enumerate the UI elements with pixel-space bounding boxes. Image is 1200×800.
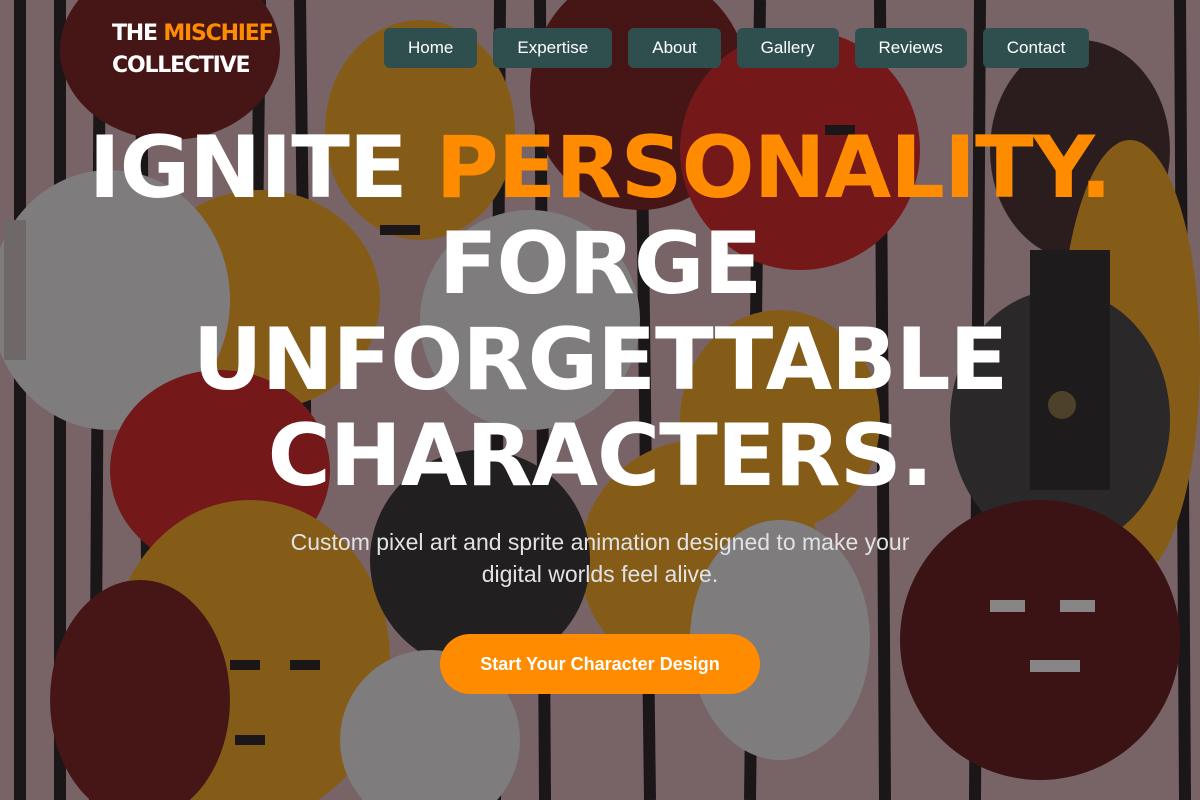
start-character-design-button[interactable]: Start Your Character Design (440, 634, 760, 694)
hero-subheadline: Custom pixel art and sprite animation de… (290, 529, 910, 587)
logo-accent: MISCHIEF (163, 21, 273, 46)
nav-contact-button[interactable]: Contact (982, 28, 1090, 68)
headline-line-2: FORGE (438, 214, 762, 314)
nav-gallery-button[interactable]: Gallery (736, 28, 839, 68)
headline-line-3: UNFORGETTABLE (192, 310, 1009, 410)
nav-home-button[interactable]: Home (384, 28, 478, 68)
nav-reviews-button[interactable]: Reviews (854, 28, 967, 68)
headline-line-1: IGNITE PERSONALITY. (0, 120, 1200, 216)
headline-line-4: CHARACTERS. (267, 406, 934, 506)
logo-line-1: THE MISCHIEF (112, 18, 274, 50)
hero-section: IGNITE PERSONALITY. FORGE UNFORGETTABLE … (0, 120, 1200, 694)
headline-ignite: IGNITE (88, 118, 408, 218)
logo-line-2: COLLECTIVE (112, 53, 251, 78)
logo-prefix: THE (112, 21, 158, 46)
headline-personality: PERSONALITY. (435, 118, 1113, 218)
nav-expertise-button[interactable]: Expertise (493, 28, 613, 68)
main-nav: Home Expertise About Gallery Reviews Con… (384, 28, 1090, 68)
brand-logo[interactable]: THE MISCHIEF COLLECTIVE (112, 18, 274, 82)
hero-headline: IGNITE PERSONALITY. FORGE UNFORGETTABLE … (0, 120, 1200, 504)
nav-about-button[interactable]: About (628, 28, 721, 68)
